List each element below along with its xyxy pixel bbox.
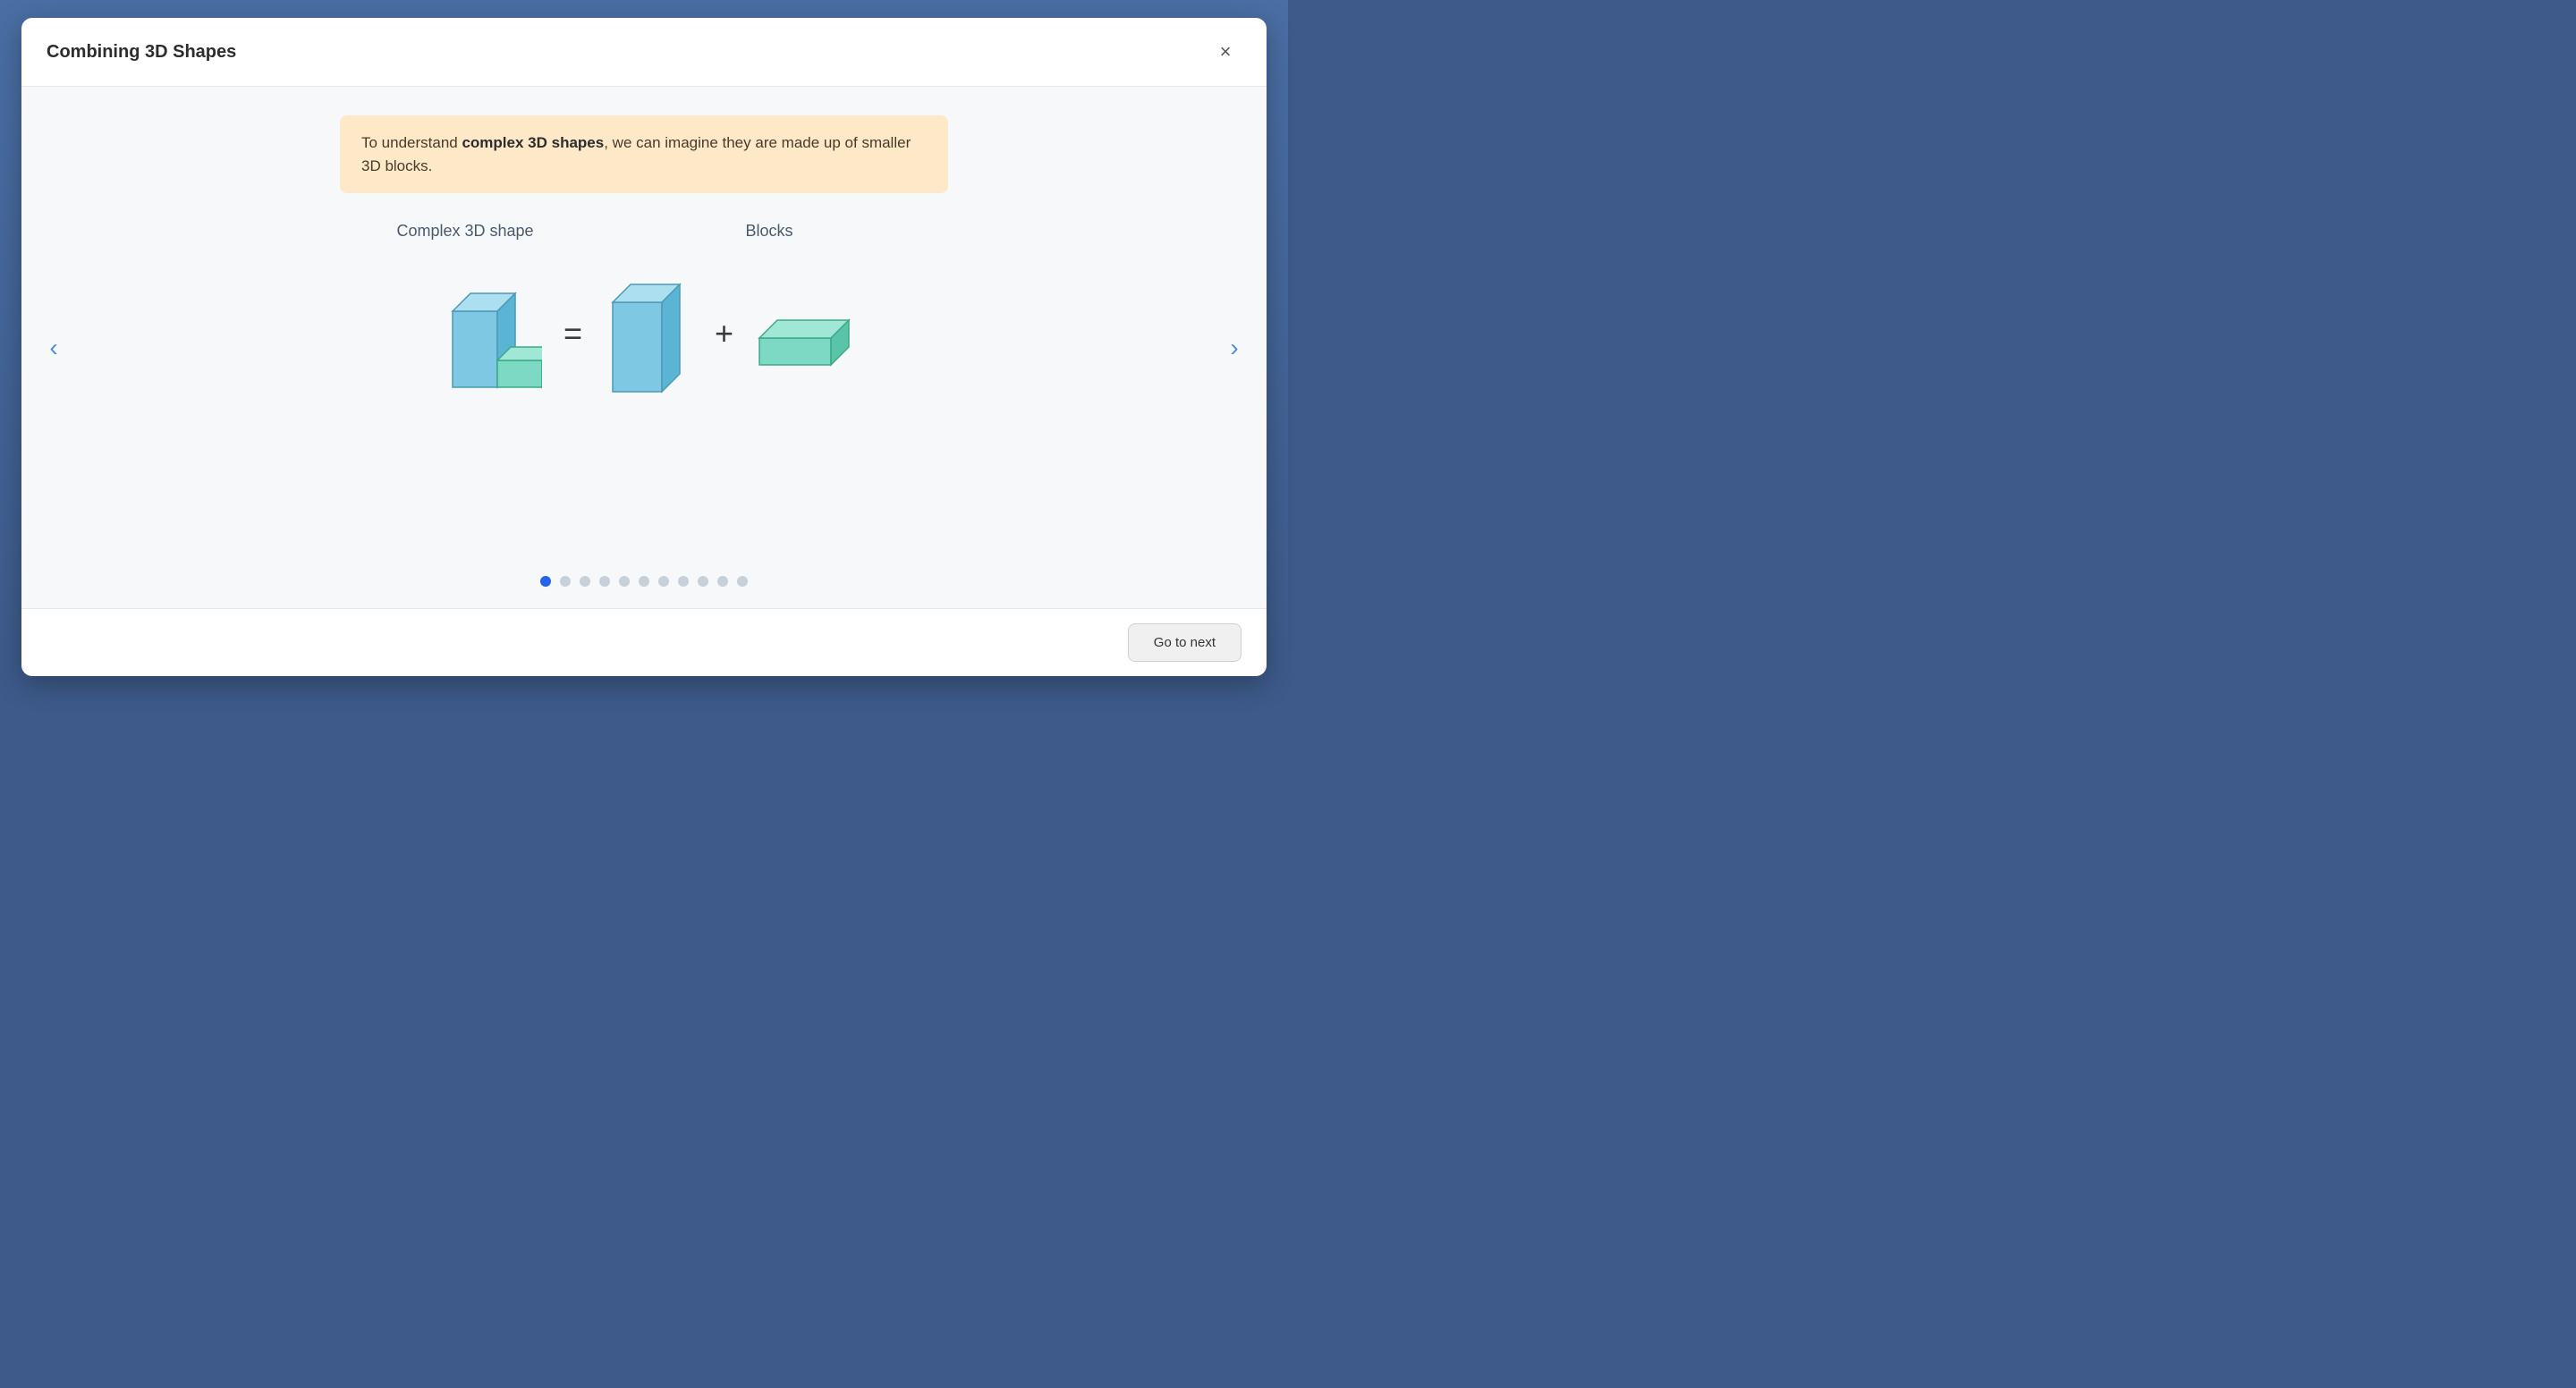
info-box: To understand complex 3D shapes, we can … — [340, 115, 948, 193]
pagination-dot-4[interactable] — [619, 576, 630, 587]
chevron-left-icon: ‹ — [49, 334, 57, 362]
plus-sign: + — [715, 315, 733, 352]
modal-title: Combining 3D Shapes — [47, 42, 236, 63]
label-blocks: Blocks — [608, 222, 930, 241]
pagination-dot-5[interactable] — [639, 576, 649, 587]
info-text-bold: complex 3D shapes — [462, 134, 604, 151]
pagination-dot-0[interactable] — [540, 576, 551, 587]
diagram-equation: = + — [426, 262, 862, 405]
modal-footer: Go to next — [21, 608, 1267, 676]
pagination-dot-7[interactable] — [678, 576, 689, 587]
pagination-dot-6[interactable] — [658, 576, 669, 587]
pagination-dot-8[interactable] — [698, 576, 708, 587]
nav-arrow-left[interactable]: ‹ — [36, 330, 72, 366]
pagination-dots — [540, 562, 748, 587]
green-block-svg — [755, 289, 862, 378]
nav-arrow-right[interactable]: › — [1216, 330, 1252, 366]
chevron-right-icon: › — [1230, 334, 1238, 362]
pagination-dot-9[interactable] — [717, 576, 728, 587]
pagination-dot-10[interactable] — [737, 576, 748, 587]
close-button[interactable]: × — [1209, 36, 1241, 68]
pagination-dot-1[interactable] — [560, 576, 571, 587]
blue-block-svg — [604, 262, 693, 405]
label-complex-shape: Complex 3D shape — [358, 222, 572, 241]
modal-content: To understand complex 3D shapes, we can … — [21, 87, 1267, 608]
equals-sign: = — [564, 315, 582, 352]
modal-wrapper: Combining 3D Shapes × To understand comp… — [21, 18, 1267, 676]
go-next-button[interactable]: Go to next — [1128, 623, 1241, 662]
modal-header: Combining 3D Shapes × — [21, 18, 1267, 87]
pagination-dot-3[interactable] — [599, 576, 610, 587]
info-text-before: To understand — [361, 134, 462, 151]
close-icon: × — [1220, 40, 1232, 63]
complex-shape-svg — [426, 262, 542, 405]
pagination-dot-2[interactable] — [580, 576, 590, 587]
diagram-area: Complex 3D shape Blocks — [93, 222, 1195, 562]
diagram-labels: Complex 3D shape Blocks — [358, 222, 930, 241]
